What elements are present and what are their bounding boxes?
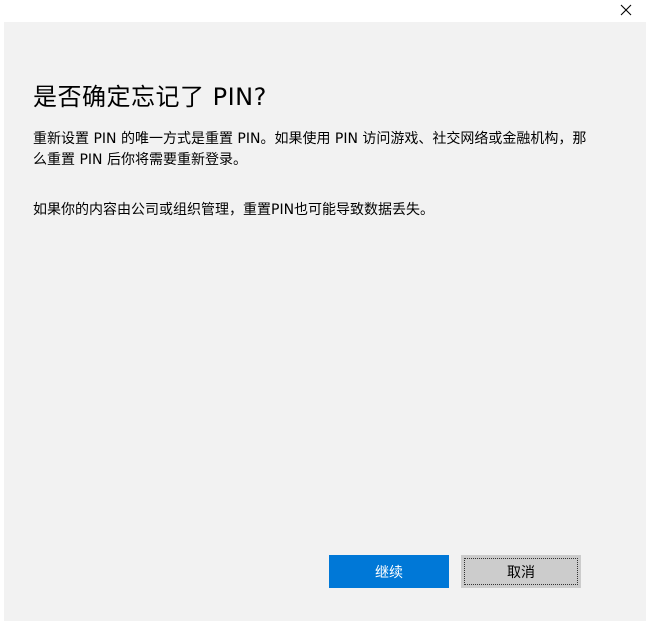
cancel-button[interactable]: 取消 <box>461 555 581 588</box>
close-icon <box>620 4 632 16</box>
dialog-message-primary: 重新设置 PIN 的唯一方式是重置 PIN。如果使用 PIN 访问游戏、社交网络… <box>33 131 587 168</box>
continue-button[interactable]: 继续 <box>329 555 449 588</box>
title-bar <box>0 0 646 22</box>
dialog-body: 是否确定忘记了 PIN? 重新设置 PIN 的唯一方式是重置 PIN。如果使用 … <box>4 22 646 621</box>
close-button[interactable] <box>612 0 640 20</box>
pin-dialog-window: 是否确定忘记了 PIN? 重新设置 PIN 的唯一方式是重置 PIN。如果使用 … <box>0 0 646 621</box>
dialog-message-secondary: 如果你的内容由公司或组织管理，重置PIN也可能导致数据丢失。 <box>33 202 435 218</box>
dialog-title: 是否确定忘记了 PIN? <box>33 83 267 111</box>
